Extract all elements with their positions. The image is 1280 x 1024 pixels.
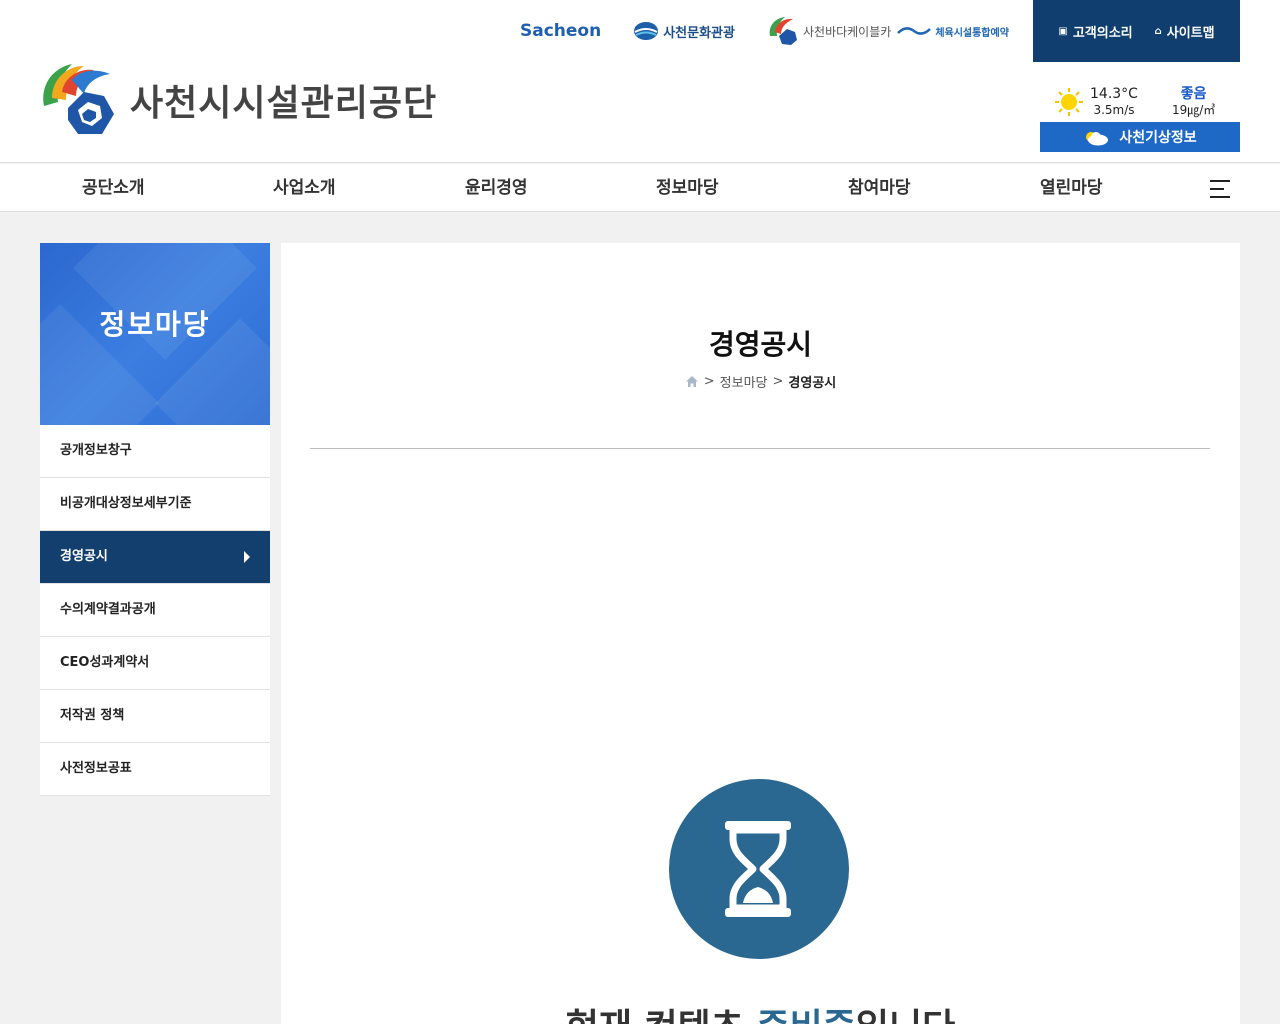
org-logo-icon <box>43 64 114 134</box>
hourglass-icon <box>669 779 849 959</box>
sidebar-item-public-info[interactable]: 공개정보창구 <box>40 425 270 478</box>
weather-info-button[interactable]: 사천기상정보 <box>1040 122 1240 152</box>
sidebar-item-nondisclosure[interactable]: 비공개대상정보세부기준 <box>40 478 270 531</box>
sidebar-item-label: CEO성과계약서 <box>60 655 150 670</box>
message-prefix: 현재 컨텐츠 <box>566 1007 757 1024</box>
hamburger-icon[interactable] <box>1210 180 1230 198</box>
cloud-icon <box>1086 132 1109 146</box>
cablecar-label: 사천바다케이블카 <box>802 24 892 39</box>
tourism-logo-icon <box>634 22 659 40</box>
message-suffix: 입니다 <box>856 1007 955 1024</box>
gnb-item-participation[interactable]: 참여마당 <box>848 164 911 212</box>
customer-voice-label: 고객의소리 <box>1072 25 1133 41</box>
sports-booking-label: 체육시설통합예약 <box>935 27 1009 39</box>
sidebar-item-label: 경영공시 <box>60 549 108 564</box>
breadcrumb-separator: > <box>772 374 784 389</box>
customer-voice-link[interactable]: ▣ 고객의소리 <box>1058 22 1132 41</box>
air-quality-status: 좋음 <box>1180 86 1207 102</box>
utility-menu: ▣ 고객의소리 ⌂ 사이트맵 <box>1033 0 1240 62</box>
page-title: 경영공시 <box>708 328 813 361</box>
sidebar-item-label: 수의계약결과공개 <box>60 602 156 617</box>
family-link-sports-booking[interactable]: 체육시설통합예약 <box>897 24 1009 39</box>
sidebar-item-label: 사전정보공표 <box>60 761 132 776</box>
sitemap-label: 사이트맵 <box>1166 25 1215 41</box>
main-content: 경영공시 > 정보마당 > 경영공시 현재 컨텐츠 준비중입니다 <box>281 243 1240 1024</box>
temperature-value: 14.3°C <box>1090 86 1138 102</box>
sidebar-item-copyright[interactable]: 저작권 정책 <box>40 690 270 743</box>
sidebar-item-contract-results[interactable]: 수의계약결과공개 <box>40 584 270 637</box>
sidebar-item-management-disclosure[interactable]: 경영공시 <box>40 531 270 584</box>
title-divider <box>310 448 1210 449</box>
weather-widget: 14.3°C 3.5m/s 좋음 19㎍/㎥ 사천기상정보 <box>1040 84 1240 152</box>
breadcrumb-parent[interactable]: 정보마당 <box>720 372 768 391</box>
family-site-links: Sacheon 사천문화관광 사천바다케이블카 체육시설통합예약 <box>520 16 1009 46</box>
fine-dust-value: 19㎍/㎥ <box>1171 103 1216 117</box>
family-link-sacheon[interactable]: Sacheon <box>520 21 601 41</box>
gnb-item-about[interactable]: 공단소개 <box>82 164 145 212</box>
sidebar-item-label: 공개정보창구 <box>60 443 132 458</box>
site-logo[interactable]: 사천시시설관리공단 <box>38 62 437 138</box>
document-icon: ▣ <box>1058 25 1068 37</box>
sidebar-header: 정보마당 <box>40 243 270 425</box>
sidebar-menu: 공개정보창구 비공개대상정보세부기준 경영공시 수의계약결과공개 CEO성과계약… <box>40 425 270 796</box>
house-icon: ⌂ <box>1154 25 1162 37</box>
sidebar-item-ceo-contract[interactable]: CEO성과계약서 <box>40 637 270 690</box>
message-highlight: 준비중 <box>756 1007 855 1024</box>
tourism-label: 사천문화관광 <box>663 25 735 41</box>
sidebar-item-prior-disclosure[interactable]: 사전정보공표 <box>40 743 270 796</box>
wind-speed-value: 3.5m/s <box>1093 103 1135 117</box>
cablecar-logo-icon <box>769 17 797 45</box>
sidebar-title: 정보마당 <box>99 308 211 341</box>
breadcrumb-separator: > <box>703 374 715 389</box>
breadcrumb-current: 경영공시 <box>788 376 837 391</box>
family-link-tourism[interactable]: 사천문화관광 <box>633 20 735 42</box>
sun-icon <box>1055 88 1083 116</box>
gnb-item-ethics[interactable]: 윤리경영 <box>465 164 528 212</box>
preparing-message: 현재 컨텐츠 준비중입니다 <box>281 998 1240 1024</box>
org-name: 사천시시설관리공단 <box>130 83 438 124</box>
site-header: 사천시시설관리공단 Sacheon 사천문화관광 사천바다케이블카 체육시설통합… <box>0 0 1280 163</box>
global-navigation: 공단소개 사업소개 윤리경영 정보마당 참여마당 열린마당 <box>0 164 1280 212</box>
breadcrumb: > 정보마당 > 경영공시 <box>281 372 1240 391</box>
family-link-cablecar[interactable]: 사천바다케이블카 <box>767 16 891 46</box>
weather-info-label: 사천기상정보 <box>1119 130 1197 146</box>
sacheon-brand-logo: Sacheon <box>520 21 602 41</box>
sidebar-item-label: 저작권 정책 <box>60 708 125 723</box>
sidebar-item-label: 비공개대상정보세부기준 <box>60 496 192 511</box>
gnb-item-info[interactable]: 정보마당 <box>656 164 719 212</box>
gnb-item-open[interactable]: 열린마당 <box>1040 164 1103 212</box>
caret-right-icon <box>244 551 250 563</box>
wave-logo-icon <box>897 27 932 35</box>
sitemap-link[interactable]: ⌂ 사이트맵 <box>1155 22 1215 41</box>
gnb-item-business[interactable]: 사업소개 <box>273 164 336 212</box>
home-icon[interactable] <box>685 375 699 388</box>
